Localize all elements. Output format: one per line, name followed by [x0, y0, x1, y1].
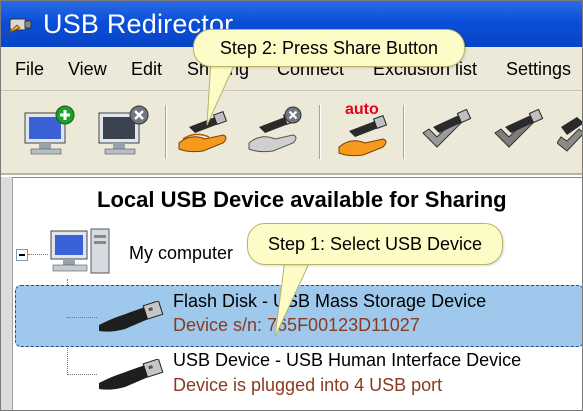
toolbar-separator	[319, 105, 321, 159]
computer-icon	[50, 228, 110, 274]
monitor-plus-icon[interactable]	[19, 103, 79, 161]
toolbar	[1, 91, 583, 175]
menu-settings[interactable]: Settings	[506, 59, 571, 80]
usb-plug-icon	[99, 359, 164, 390]
menu-view[interactable]: View	[68, 59, 107, 80]
my-computer-label[interactable]: My computer	[129, 243, 233, 264]
usb-check-icon[interactable]	[415, 103, 475, 161]
step1-callout-text: Step 1: Select USB Device	[267, 233, 483, 254]
panel-title: Local USB Device available for Sharing	[97, 187, 507, 212]
device-name[interactable]: USB Device - USB Human Interface Device	[173, 350, 521, 371]
menu-edit[interactable]: Edit	[131, 59, 162, 80]
app-window: USB Redirector File View Edit Sharing Co…	[0, 0, 583, 411]
toolbar-separator	[403, 105, 405, 159]
panel-left-edge	[1, 177, 13, 410]
auto-label: auto	[345, 101, 379, 118]
monitor-x-icon[interactable]	[93, 103, 153, 161]
usb-partial-icon[interactable]	[557, 103, 583, 161]
usb-hand-unshare-icon[interactable]	[245, 103, 305, 161]
usb-app-icon	[7, 18, 32, 34]
callout-pointer	[206, 58, 238, 126]
callout-pointer	[274, 258, 312, 338]
toolbar-separator	[165, 105, 167, 159]
usb-plug-icon	[99, 301, 164, 332]
tree-connector	[28, 254, 48, 255]
menu-file[interactable]: File	[15, 59, 44, 80]
step1-callout: Step 1: Select USB Device	[247, 223, 503, 265]
step2-callout-text: Step 2: Press Share Button	[219, 37, 439, 58]
device-name: Flash Disk - USB Mass Storage Device	[173, 291, 487, 311]
usb-check-grey-icon[interactable]	[487, 103, 547, 161]
device-detail: Device is plugged into 4 USB port	[173, 375, 443, 395]
tree-connector	[67, 374, 97, 375]
step2-callout: Step 2: Press Share Button	[193, 29, 465, 67]
tree-connector	[67, 317, 97, 318]
tree-collapse-toggle[interactable]	[16, 249, 28, 261]
